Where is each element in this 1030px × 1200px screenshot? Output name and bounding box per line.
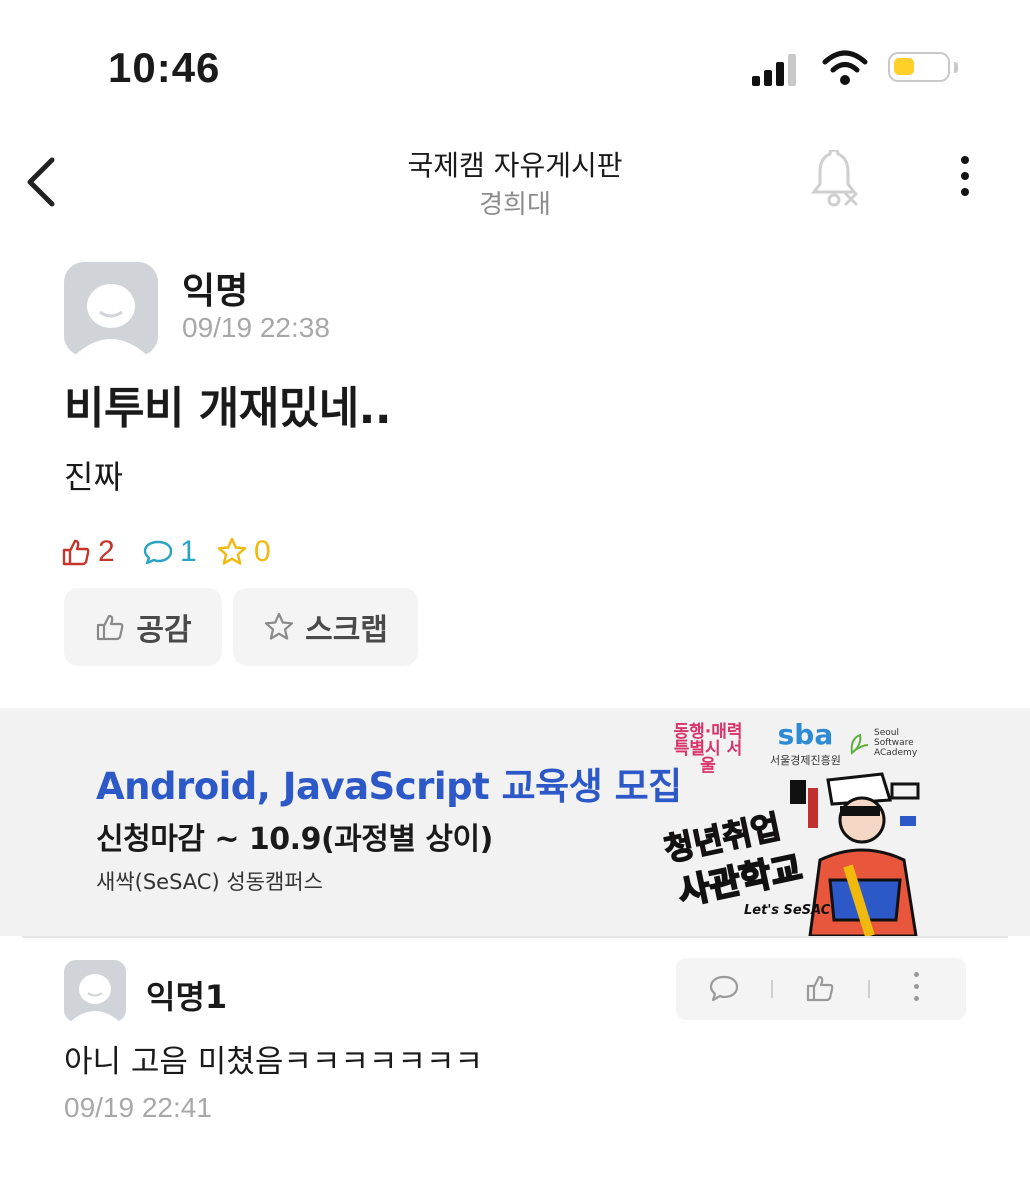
comment-more-icon[interactable] — [914, 972, 922, 1001]
comment-body: 아니 고음 미쳤음ㅋㅋㅋㅋㅋㅋㅋ — [64, 1044, 483, 1080]
more-icon[interactable] — [948, 156, 982, 206]
star-icon — [264, 612, 294, 640]
comment-icon — [143, 540, 173, 565]
post-body: 진짜 — [64, 458, 123, 496]
sba-logo-text: sba — [777, 718, 834, 751]
signal-icon — [752, 54, 796, 86]
comment-actions — [676, 958, 966, 1020]
board-subtitle: 경희대 — [479, 190, 551, 220]
author-avatar — [64, 262, 158, 356]
status-time: 10:46 — [108, 44, 221, 91]
scrap-button[interactable]: 스크랩 — [233, 588, 418, 666]
ad-illustration: 청년취업 사관학교 Let's SeSAC — [660, 772, 920, 936]
scrap-count-value: 0 — [254, 535, 271, 568]
reply-icon[interactable] — [708, 974, 740, 1004]
post-author: 익명 — [182, 271, 249, 312]
seoul-logo: 동행·매력 특별시 서울 — [673, 722, 743, 776]
board-title: 국제캠 자유게시판 — [407, 149, 623, 182]
ad-deadline: 신청마감 ~ 10.9(과정별 상이) — [96, 822, 493, 857]
art-text-3: Let's SeSAC — [744, 903, 831, 918]
back-icon[interactable] — [22, 156, 62, 208]
scrap-button-label: 스크랩 — [305, 613, 388, 648]
like-button-label: 공감 — [136, 613, 192, 648]
bell-off-icon[interactable] — [808, 150, 864, 212]
battery-icon — [888, 52, 950, 82]
battery-nub — [954, 62, 958, 73]
comment-count-value: 1 — [180, 535, 197, 568]
section-divider — [22, 936, 1008, 938]
ssa-logo-text: Seoul Software ACademy — [874, 728, 918, 758]
ad-campus: 새싹(SeSAC) 성동캠퍼스 — [96, 870, 323, 894]
sba-logo: sba 서울경제진흥원 — [770, 721, 841, 774]
wifi-icon — [822, 50, 868, 85]
ssa-logo: Seoul Software ACademy — [848, 728, 918, 758]
scrap-count: 0 — [216, 534, 271, 570]
action-separator — [771, 980, 773, 998]
post-title: 비투비 개재밌네.. — [64, 383, 392, 434]
thumbs-up-icon[interactable] — [804, 972, 836, 1004]
comment-timestamp: 09/19 22:41 — [64, 1092, 212, 1123]
leaf-icon — [850, 733, 869, 755]
ad-headline[interactable]: Android, JavaScript 교육생 모집 — [96, 756, 682, 810]
star-icon — [217, 537, 247, 565]
like-count: 2 — [60, 534, 115, 570]
comment-author: 익명1 — [146, 978, 228, 1016]
thumbs-up-icon — [62, 539, 90, 566]
like-button[interactable]: 공감 — [64, 588, 222, 666]
comment-avatar — [64, 960, 126, 1022]
post-timestamp: 09/19 22:38 — [182, 312, 330, 343]
action-separator — [868, 980, 870, 998]
comment-count: 1 — [142, 534, 197, 570]
like-count-value: 2 — [98, 535, 115, 568]
thumbs-up-icon — [97, 614, 124, 641]
